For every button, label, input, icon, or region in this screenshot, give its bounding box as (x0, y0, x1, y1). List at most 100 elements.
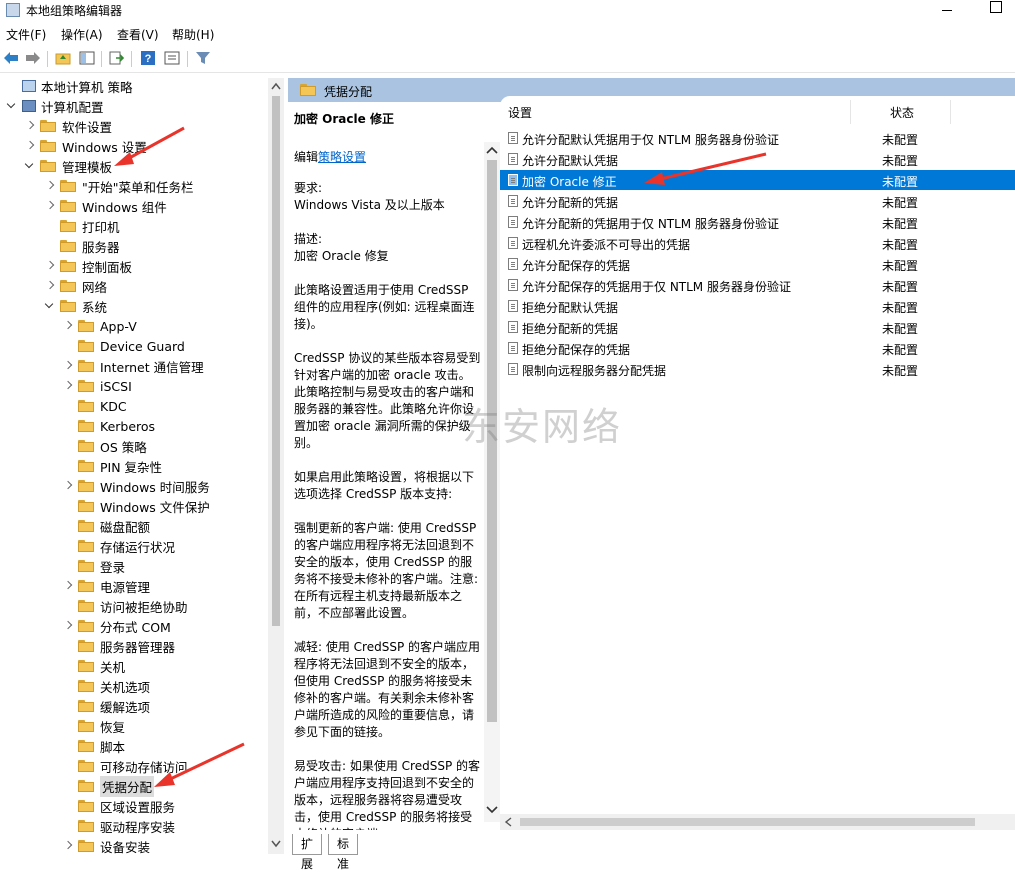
tree-item[interactable]: 控制面板 (44, 256, 132, 276)
list-item[interactable]: 拒绝分配保存的凭据 未配置 (500, 338, 1015, 358)
tree-item[interactable]: Kerberos (62, 416, 155, 436)
export-list-icon[interactable] (107, 49, 125, 67)
tree-item[interactable]: 本地计算机 策略 (6, 76, 132, 96)
minimize-button[interactable] (940, 0, 954, 16)
tree-item[interactable]: 可移动存储访问 (62, 756, 188, 776)
collapsed-chevron-icon[interactable] (44, 200, 56, 212)
folder-icon (78, 620, 94, 632)
tree-item[interactable]: 打印机 (44, 216, 120, 236)
tree-item[interactable]: 服务器 (44, 236, 120, 256)
expanded-chevron-icon[interactable] (24, 160, 36, 172)
tree-item[interactable]: "开始"菜单和任务栏 (44, 176, 194, 196)
tree-item[interactable]: App-V (62, 316, 137, 336)
menu-view[interactable]: 查看(V) (117, 26, 159, 43)
menu-file[interactable]: 文件(F) (6, 26, 46, 43)
tree-item[interactable]: 存储运行状况 (62, 536, 175, 556)
tree-item[interactable]: 缓解选项 (62, 696, 150, 716)
properties-icon[interactable] (163, 49, 181, 67)
list-item[interactable]: 限制向远程服务器分配凭据 未配置 (500, 359, 1015, 379)
description-scrollbar[interactable] (484, 142, 500, 822)
tree-item[interactable]: 服务器管理器 (62, 636, 175, 656)
tree-item[interactable]: 系统 (44, 296, 107, 316)
collapsed-chevron-icon[interactable] (62, 480, 74, 492)
column-header-state[interactable]: 状态 (890, 104, 914, 121)
maximize-button[interactable] (990, 1, 1002, 13)
tree-item[interactable]: KDC (62, 396, 127, 416)
scroll-up-icon[interactable] (271, 82, 281, 90)
list-item[interactable]: 允许分配默认凭据 未配置 (500, 149, 1015, 169)
tree-item[interactable]: 网络 (44, 276, 107, 296)
tree-item[interactable]: 计算机配置 (6, 96, 104, 116)
list-item[interactable]: 允许分配新的凭据 未配置 (500, 191, 1015, 211)
tree-scrollbar[interactable] (268, 78, 284, 854)
tree-item[interactable]: 电源管理 (62, 576, 150, 596)
tree-item[interactable]: 登录 (62, 556, 125, 576)
tree-item[interactable]: 区域设置服务 (62, 796, 175, 816)
tree-item[interactable]: 脚本 (62, 736, 125, 756)
help-icon[interactable]: ? (139, 49, 157, 67)
tree-item[interactable]: Windows 设置 (24, 136, 147, 156)
scroll-down-icon[interactable] (486, 806, 498, 814)
expanded-chevron-icon[interactable] (6, 100, 18, 112)
tree-item[interactable]: Windows 组件 (44, 196, 167, 216)
column-header-setting[interactable]: 设置 (508, 104, 532, 121)
list-item[interactable]: 允许分配新的凭据用于仅 NTLM 服务器身份验证 未配置 (500, 212, 1015, 232)
collapsed-chevron-icon[interactable] (62, 840, 74, 852)
tree-item[interactable]: 磁盘配额 (62, 516, 150, 536)
menu-action[interactable]: 操作(A) (61, 26, 103, 43)
list-h-scroll-thumb[interactable] (520, 818, 975, 826)
tree-item[interactable]: 恢复 (62, 716, 125, 736)
collapsed-chevron-icon[interactable] (62, 380, 74, 392)
tree-item-label: App-V (100, 318, 137, 334)
tree-scroll-thumb[interactable] (272, 96, 280, 626)
collapsed-chevron-icon[interactable] (24, 140, 36, 152)
tree-item[interactable]: Device Guard (62, 336, 185, 356)
collapsed-chevron-icon[interactable] (62, 580, 74, 592)
tree-item[interactable]: 关机选项 (62, 676, 150, 696)
tree-item[interactable]: 访问被拒绝协助 (62, 596, 188, 616)
scroll-left-icon[interactable] (504, 817, 512, 827)
list-item[interactable]: 加密 Oracle 修正 未配置 (500, 170, 1015, 190)
back-arrow-icon[interactable] (2, 49, 20, 67)
collapsed-chevron-icon[interactable] (44, 280, 56, 292)
list-item[interactable]: 拒绝分配新的凭据 未配置 (500, 317, 1015, 337)
setting-state: 未配置 (882, 301, 919, 315)
tree-item[interactable]: 管理模板 (24, 156, 112, 176)
tree-item[interactable]: 凭据分配 (62, 775, 155, 797)
tree-item[interactable]: 软件设置 (24, 116, 112, 136)
tab-extended[interactable]: 扩展 (292, 834, 323, 871)
tree-item[interactable]: Internet 通信管理 (62, 356, 204, 376)
forward-arrow-icon[interactable] (24, 49, 42, 67)
tree-item[interactable]: 分布式 COM (62, 616, 171, 636)
tab-standard[interactable]: 标准 (328, 834, 359, 871)
scroll-up-icon[interactable] (486, 146, 498, 154)
list-item[interactable]: 拒绝分配默认凭据 未配置 (500, 296, 1015, 316)
tree-item[interactable]: Windows 时间服务 (62, 476, 210, 496)
menu-help[interactable]: 帮助(H) (172, 26, 214, 43)
collapsed-chevron-icon[interactable] (44, 180, 56, 192)
expanded-chevron-icon[interactable] (44, 300, 56, 312)
collapsed-chevron-icon[interactable] (62, 620, 74, 632)
list-item[interactable]: 允许分配保存的凭据 未配置 (500, 254, 1015, 274)
tree-item[interactable]: 设备安装 (62, 836, 150, 854)
up-folder-icon[interactable] (54, 49, 72, 67)
collapsed-chevron-icon[interactable] (62, 360, 74, 372)
list-item[interactable]: 远程机允许委派不可导出的凭据 未配置 (500, 233, 1015, 253)
edit-policy-link[interactable]: 策略设置 (318, 150, 366, 164)
list-item[interactable]: 允许分配默认凭据用于仅 NTLM 服务器身份验证 未配置 (500, 128, 1015, 148)
list-h-scrollbar[interactable] (500, 814, 1015, 830)
tree-item[interactable]: iSCSI (62, 376, 132, 396)
tree-item[interactable]: Windows 文件保护 (62, 496, 210, 516)
tree-item-label: 分布式 COM (100, 619, 171, 635)
collapsed-chevron-icon[interactable] (44, 260, 56, 272)
tree-item[interactable]: OS 策略 (62, 436, 147, 456)
collapsed-chevron-icon[interactable] (24, 120, 36, 132)
scroll-down-icon[interactable] (271, 840, 281, 848)
tree-item[interactable]: PIN 复杂性 (62, 456, 162, 476)
tree-item[interactable]: 关机 (62, 656, 125, 676)
collapsed-chevron-icon[interactable] (62, 320, 74, 332)
filter-icon[interactable] (194, 49, 212, 67)
show-hide-tree-icon[interactable] (78, 49, 96, 67)
tree-item[interactable]: 驱动程序安装 (62, 816, 175, 836)
list-item[interactable]: 允许分配保存的凭据用于仅 NTLM 服务器身份验证 未配置 (500, 275, 1015, 295)
